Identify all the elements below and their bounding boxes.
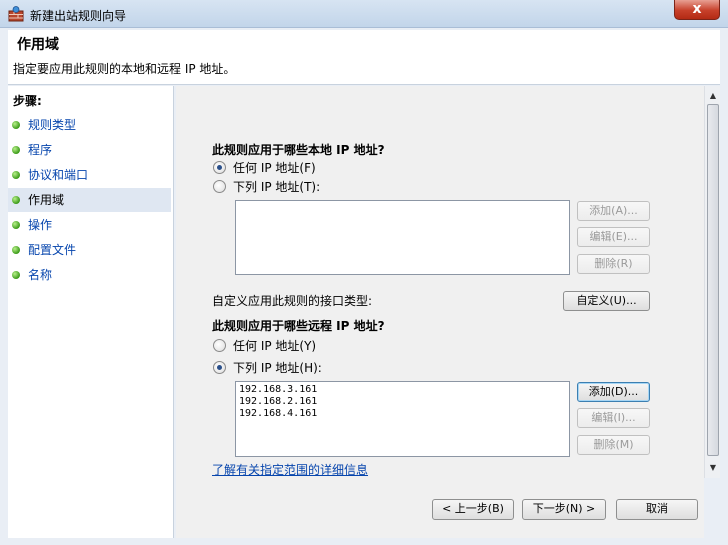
remote-edit-button[interactable]: 编辑(I)... [577,408,650,428]
sidebar-item-label: 配置文件 [28,243,77,257]
local-ip-heading: 此规则应用于哪些本地 IP 地址? [212,143,385,157]
list-item[interactable]: 192.168.2.161 [239,396,566,408]
sidebar-item-label: 作用域 [28,193,65,207]
cancel-button[interactable]: 取消 [616,499,698,520]
sidebar-item-rule-type[interactable]: 规则类型 [8,113,171,137]
local-edit-button[interactable]: 编辑(E)... [577,227,650,247]
title-bar: 新建出站规则向导 x [0,0,728,28]
radio-checked-icon [213,360,226,374]
step-status-icon [12,246,20,254]
remote-any-ip-label: 任何 IP 地址(Y) [233,338,317,353]
step-status-icon [12,221,20,229]
next-button[interactable]: 下一步(N) > [522,499,606,520]
page-title: 作用域 [17,37,59,53]
step-status-icon [12,146,20,154]
scroll-down-icon[interactable]: ▼ [705,460,721,476]
list-item[interactable]: 192.168.4.161 [239,408,566,420]
local-any-ip-radio[interactable]: 任何 IP 地址(F) [213,159,316,175]
sidebar-item-protocol-ports[interactable]: 协议和端口 [8,163,171,187]
remote-ip-heading: 此规则应用于哪些远程 IP 地址? [212,319,385,333]
sidebar-item-label: 程序 [28,143,53,157]
sidebar-item-label: 协议和端口 [28,168,89,182]
customize-interface-button[interactable]: 自定义(U)... [563,291,650,311]
radio-unchecked-icon [213,338,226,352]
close-button[interactable]: x [674,0,720,20]
firewall-icon [8,6,24,22]
scroll-thumb[interactable] [707,104,719,456]
sidebar-item-action[interactable]: 操作 [8,213,171,237]
remote-list-ip-radio[interactable]: 下列 IP 地址(H): [213,359,322,375]
local-any-ip-label: 任何 IP 地址(F) [233,160,316,175]
back-button[interactable]: < 上一步(B) [432,499,514,520]
steps-heading: 步骤: [13,94,42,108]
remote-remove-button[interactable]: 删除(M) [577,435,650,455]
radio-unchecked-icon [213,179,226,193]
scope-panel: 此规则应用于哪些本地 IP 地址? 任何 IP 地址(F) 下列 IP 地址(T… [176,86,704,538]
list-item[interactable]: 192.168.3.161 [239,384,566,396]
interface-type-label: 自定义应用此规则的接口类型: [212,294,373,308]
remote-any-ip-radio[interactable]: 任何 IP 地址(Y) [213,337,316,353]
sidebar-item-label: 名称 [28,268,53,282]
wizard-header: 作用域 指定要应用此规则的本地和远程 IP 地址。 [8,30,720,85]
local-list-ip-radio[interactable]: 下列 IP 地址(T): [213,178,320,194]
step-status-icon [12,171,20,179]
step-status-icon [12,196,20,204]
step-status-icon [12,121,20,129]
scope-help-link[interactable]: 了解有关指定范围的详细信息 [212,461,368,478]
local-remove-button[interactable]: 删除(R) [577,254,650,274]
sidebar-item-label: 操作 [28,218,53,232]
vertical-scrollbar[interactable]: ▲ ▼ [704,86,720,478]
sidebar-item-profile[interactable]: 配置文件 [8,238,171,262]
step-status-icon [12,271,20,279]
window-title: 新建出站规则向导 [30,9,127,23]
sidebar-item-name[interactable]: 名称 [8,263,171,287]
scroll-up-icon[interactable]: ▲ [705,88,721,104]
radio-checked-icon [213,160,226,174]
remote-list-ip-label: 下列 IP 地址(H): [233,360,322,375]
sidebar-item-label: 规则类型 [28,118,77,132]
remote-add-button[interactable]: 添加(D)... [577,382,650,402]
local-list-ip-label: 下列 IP 地址(T): [233,179,321,194]
steps-sidebar: 步骤: 规则类型 程序 协议和端口 作用域 操作 配置文件 名称 [8,86,174,538]
local-add-button[interactable]: 添加(A)... [577,201,650,221]
local-ip-list[interactable] [235,200,570,275]
sidebar-item-scope[interactable]: 作用域 [8,188,171,212]
remote-ip-list[interactable]: 192.168.3.161 192.168.2.161 192.168.4.16… [235,381,570,457]
close-icon: x [692,1,702,17]
page-subtitle: 指定要应用此规则的本地和远程 IP 地址。 [13,62,236,76]
sidebar-item-program[interactable]: 程序 [8,138,171,162]
